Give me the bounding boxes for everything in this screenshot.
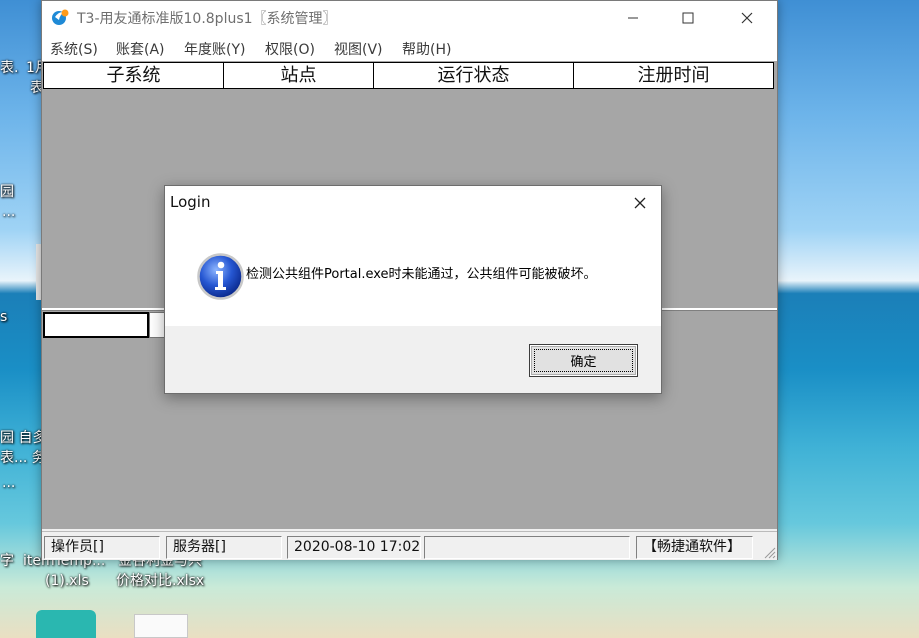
- dialog-footer: 确定: [165, 326, 661, 393]
- desktop-label[interactable]: 园: [0, 184, 14, 201]
- desktop-label[interactable]: (1).xls: [45, 573, 89, 590]
- dialog-message: 检测公共组件Portal.exe时未能通过，公共组件可能被破坏。: [246, 267, 597, 282]
- desktop-label[interactable]: ...: [2, 475, 15, 492]
- desktop-file-thumbnail-icon[interactable]: [134, 614, 188, 638]
- column-header-site[interactable]: 站点: [224, 63, 374, 88]
- column-header-subsystem[interactable]: 子系统: [44, 63, 224, 88]
- status-operator: 操作员[]: [44, 536, 160, 559]
- desktop-label[interactable]: 园 自多: [0, 430, 46, 447]
- minimize-button[interactable]: [604, 1, 662, 34]
- desktop-label[interactable]: 表.: [0, 60, 18, 77]
- desktop-label[interactable]: ...: [2, 204, 15, 221]
- column-header-row: 子系统 站点 运行状态 注册时间: [43, 62, 774, 89]
- dialog-title: Login: [170, 193, 211, 211]
- maximize-icon: [682, 12, 694, 23]
- menu-annual-account[interactable]: 年度账(Y): [184, 39, 245, 59]
- window-title: T3-用友通标准版10.8plus1〖系统管理〗: [77, 11, 337, 27]
- status-brand: 【畅捷通软件】: [636, 536, 753, 559]
- menu-system[interactable]: 系统(S): [50, 39, 98, 59]
- close-icon: [634, 197, 646, 209]
- menu-permission[interactable]: 权限(O): [265, 39, 315, 59]
- title-bar[interactable]: T3-用友通标准版10.8plus1〖系统管理〗: [42, 1, 777, 34]
- minimize-icon: [628, 17, 638, 18]
- menu-help[interactable]: 帮助(H): [402, 39, 451, 59]
- menu-account-set[interactable]: 账套(A): [116, 39, 165, 59]
- info-icon: [197, 253, 244, 300]
- desktop-app-tile-icon[interactable]: [36, 610, 96, 638]
- maximize-button[interactable]: [659, 1, 717, 34]
- resize-grip-icon[interactable]: [763, 546, 776, 559]
- grid-cell-selected[interactable]: [43, 312, 149, 338]
- status-bar: 操作员[] 服务器[] 2020-08-10 17:02 【畅捷通软件】: [42, 531, 777, 560]
- close-window-button[interactable]: [718, 1, 776, 34]
- column-header-register-time[interactable]: 注册时间: [574, 63, 773, 88]
- dialog-close-button[interactable]: [625, 191, 655, 215]
- status-datetime: 2020-08-10 17:02: [287, 536, 421, 559]
- login-dialog: Login 检测公共组件Portal.exe时未能通过，公共组件可能被破坏。 确…: [164, 185, 662, 394]
- menu-view[interactable]: 视图(V): [334, 39, 383, 59]
- ok-button[interactable]: 确定: [529, 344, 638, 377]
- desktop-label[interactable]: 价格对比.xlsx: [116, 573, 204, 590]
- column-header-run-status[interactable]: 运行状态: [374, 63, 574, 88]
- status-server: 服务器[]: [166, 536, 282, 559]
- menu-bar: 系统(S) 账套(A) 年度账(Y) 权限(O) 视图(V) 帮助(H): [42, 34, 777, 61]
- desktop-label[interactable]: 字: [0, 553, 14, 570]
- desktop-label[interactable]: 表... 务: [0, 450, 46, 467]
- desktop-label[interactable]: s: [0, 309, 7, 326]
- status-empty: [424, 536, 630, 559]
- yonyou-app-icon: [51, 8, 70, 26]
- ok-button-label: 确定: [570, 355, 597, 370]
- close-icon: [741, 12, 753, 23]
